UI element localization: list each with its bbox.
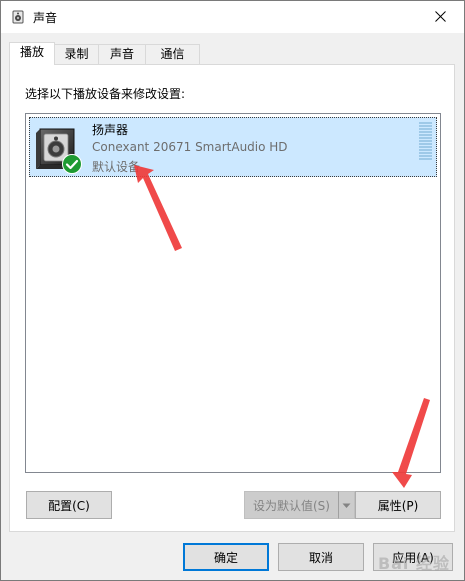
device-name: 扬声器 [92,123,129,137]
chevron-down-icon [342,503,351,508]
set-default-dropdown[interactable] [338,491,355,519]
checkmark-icon [62,154,82,174]
tab-playback[interactable]: 播放 [9,42,55,65]
speaker-icon [12,10,24,24]
playback-panel: 选择以下播放设备来修改设置: 扬声器 Conexant 20671 SmartA… [9,64,455,532]
configure-button[interactable]: 配置(C) [26,491,112,519]
device-list[interactable]: 扬声器 Conexant 20671 SmartAudio HD 默认设备 [25,113,441,473]
set-default-button[interactable]: 设为默认值(S) [244,491,339,519]
close-icon [435,11,446,22]
close-button[interactable] [418,1,464,33]
watermark: Bai 经验 [377,554,450,573]
title-bar[interactable]: 声音 [1,1,464,33]
device-driver: Conexant 20671 SmartAudio HD [92,140,288,154]
window-title: 声音 [33,11,58,25]
ok-button[interactable]: 确定 [183,543,269,571]
volume-level-meter [419,122,432,162]
cancel-button[interactable]: 取消 [278,543,364,571]
tab-communications[interactable]: 通信 [145,44,200,64]
list-item-speakers[interactable]: 扬声器 Conexant 20671 SmartAudio HD 默认设备 [29,117,437,177]
sound-dialog: 声音 播放 录制 声音 通信 选择以下播放设备来修改设置: 扬声器 Conexa… [0,0,465,581]
instruction-text: 选择以下播放设备来修改设置: [25,87,186,101]
device-status: 默认设备 [92,160,141,174]
tab-sounds[interactable]: 声音 [98,44,146,64]
tab-recording[interactable]: 录制 [54,44,99,64]
properties-button[interactable]: 属性(P) [355,491,441,519]
